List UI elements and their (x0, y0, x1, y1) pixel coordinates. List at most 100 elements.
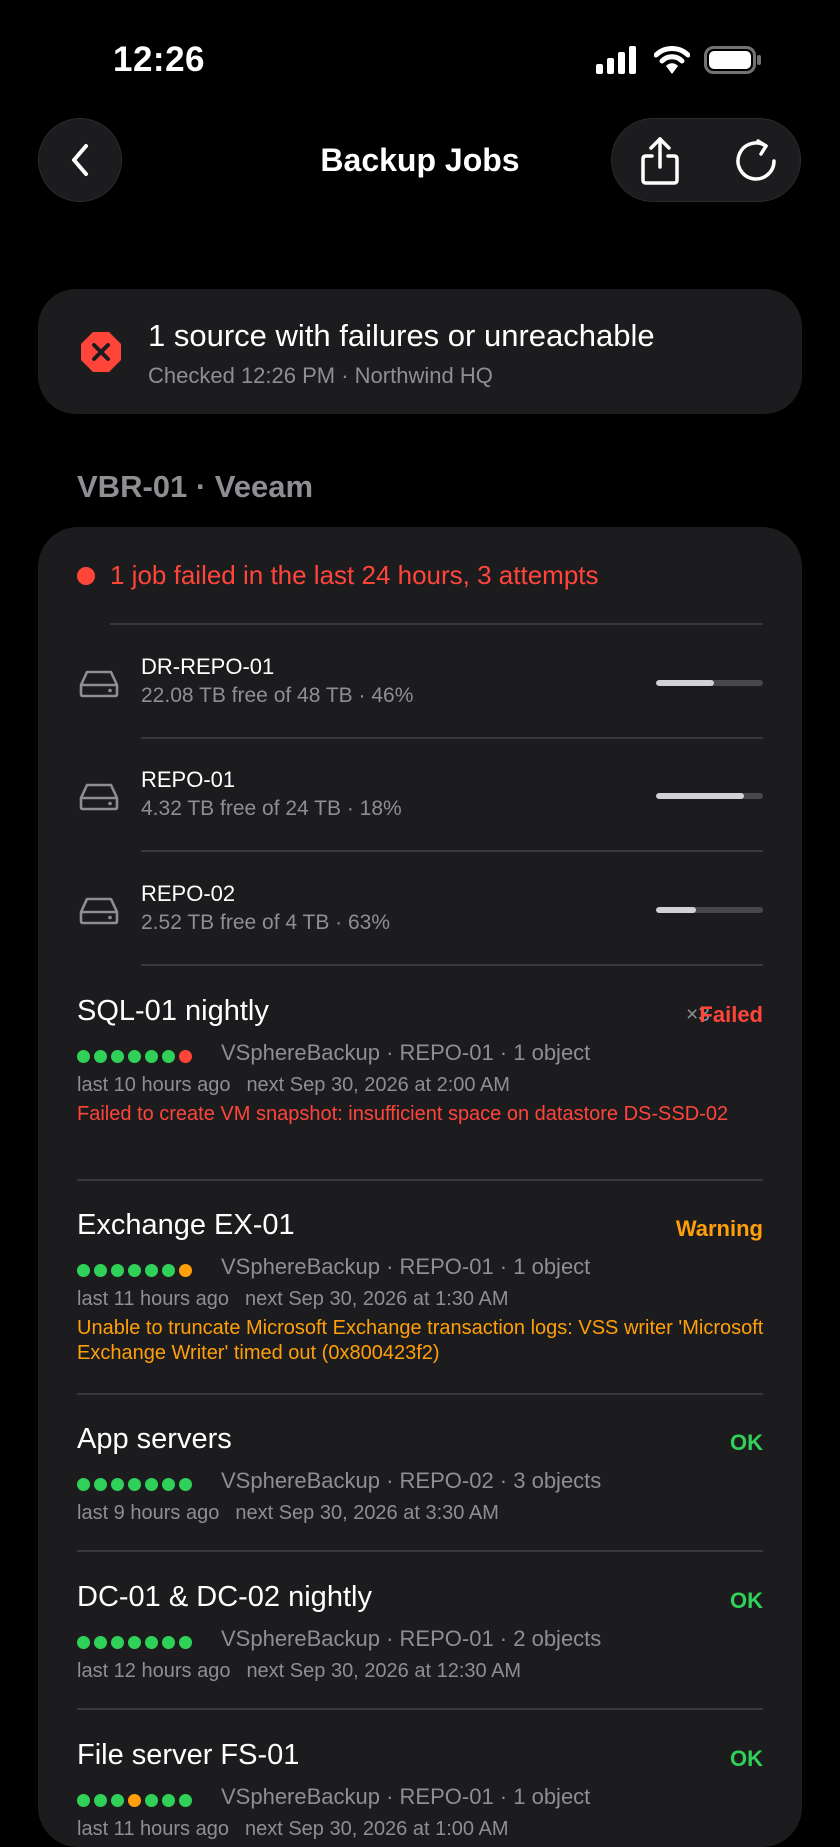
job-status-label: Warning (675, 1216, 763, 1241)
divider (77, 1179, 763, 1181)
job-name: Exchange EX-01 (77, 1209, 295, 1241)
capacity-bar-fill (656, 907, 696, 913)
job-status-label: OK (730, 1430, 763, 1455)
run-history (77, 1050, 192, 1063)
job-schedule: last 9 hours ago next Sep 30, 2026 at 3:3… (77, 1502, 499, 1525)
run-status-dot (145, 1264, 158, 1277)
divider (77, 1708, 763, 1710)
capacity-bar (656, 907, 763, 913)
divider (110, 623, 763, 625)
capacity-bar-fill (656, 680, 714, 686)
job-details: VSphereBackup · REPO-01 · 2 objects (221, 1626, 602, 1651)
run-status-dot (162, 1264, 175, 1277)
job-status-label: Failed (699, 1002, 763, 1027)
last-run: last 9 hours ago (77, 1502, 220, 1524)
cellular-signal-icon (596, 46, 636, 74)
refresh-icon[interactable] (732, 137, 780, 185)
run-status-dot (179, 1794, 192, 1807)
last-run: last 11 hours ago (77, 1818, 229, 1840)
divider (77, 1550, 763, 1552)
capacity-bar (656, 793, 763, 799)
next-run: next Sep 30, 2026 at 1:00 AM (244, 1818, 509, 1840)
job-status-label: OK (730, 1588, 763, 1613)
run-status-dot (94, 1478, 107, 1491)
run-history (77, 1636, 192, 1649)
run-status-dot (145, 1478, 158, 1491)
job-name: File server FS-01 (77, 1739, 300, 1771)
alert-banner[interactable]: 1 source with failures or unreachable Ch… (38, 289, 802, 414)
job-status-label: OK (730, 1746, 763, 1771)
repository-capacity: 22.08 TB free of 48 TB · 46% (141, 684, 414, 707)
run-status-dot (162, 1794, 175, 1807)
run-status-dot (128, 1478, 141, 1491)
repository-name: DR-REPO-01 (141, 654, 275, 679)
section-title: VBR-01 · Veeam (77, 469, 314, 504)
run-status-dot (111, 1264, 124, 1277)
run-status-dot (94, 1636, 107, 1649)
error-octagon-icon (81, 332, 121, 372)
repository-name: REPO-01 (141, 767, 236, 792)
run-status-dot (77, 1478, 90, 1491)
battery-icon (704, 46, 761, 74)
run-status-dot (128, 1050, 141, 1063)
next-run: next Sep 30, 2026 at 12:30 AM (246, 1660, 522, 1682)
drive-icon (79, 670, 119, 698)
run-status-dot (111, 1050, 124, 1063)
run-status-dot (179, 1050, 192, 1063)
capacity-bar-fill (656, 793, 744, 799)
job-error-message: Unable to truncate Microsoft Exchange tr… (77, 1317, 764, 1364)
banner-title: 1 source with failures or unreachable (148, 318, 655, 353)
failure-summary: 1 job failed in the last 24 hours, 3 att… (110, 560, 599, 590)
run-status-dot (162, 1478, 175, 1491)
run-status-dot (128, 1794, 141, 1807)
job-details: VSphereBackup · REPO-02 · 3 objects (221, 1468, 602, 1493)
run-status-dot (179, 1478, 192, 1491)
job-schedule: last 10 hours ago next Sep 30, 2026 at 2:… (77, 1074, 510, 1097)
job-error-message: Failed to create VM snapshot: insufficie… (77, 1103, 729, 1125)
job-schedule: last 11 hours ago next Sep 30, 2026 at 1:… (77, 1288, 508, 1311)
last-run: last 10 hours ago (77, 1074, 231, 1096)
nav-actions (611, 118, 801, 202)
run-status-dot (179, 1636, 192, 1649)
next-run: next Sep 30, 2026 at 1:30 AM (244, 1288, 509, 1310)
divider (141, 737, 763, 739)
job-details: VSphereBackup · REPO-01 · 1 object (221, 1784, 591, 1809)
repository-name: REPO-02 (141, 881, 236, 906)
run-status-dot (77, 1794, 90, 1807)
drive-icon (79, 783, 119, 811)
run-status-dot (145, 1050, 158, 1063)
run-status-dot (94, 1794, 107, 1807)
run-status-dot (77, 1636, 90, 1649)
banner-subtitle: Checked 12:26 PM · Northwind HQ (148, 363, 493, 388)
run-status-dot (111, 1636, 124, 1649)
job-schedule: last 12 hours ago next Sep 30, 2026 at 12… (77, 1660, 521, 1683)
failure-indicator (77, 567, 95, 585)
run-status-dot (179, 1264, 192, 1277)
next-run: next Sep 30, 2026 at 2:00 AM (246, 1074, 510, 1096)
run-status-dot (145, 1794, 158, 1807)
run-history (77, 1794, 192, 1807)
divider (141, 964, 763, 966)
run-status-dot (94, 1264, 107, 1277)
job-name: SQL-01 nightly (77, 995, 269, 1027)
share-icon[interactable] (634, 135, 686, 187)
divider (77, 1393, 763, 1395)
status-time: 12:26 (113, 40, 206, 79)
capacity-bar (656, 680, 763, 686)
drive-icon (79, 897, 119, 925)
job-details: VSphereBackup · REPO-01 · 1 object (221, 1040, 591, 1065)
divider (141, 850, 763, 852)
next-run: next Sep 30, 2026 at 3:30 AM (235, 1502, 499, 1524)
wifi-icon (654, 46, 690, 74)
job-details: VSphereBackup · REPO-01 · 1 object (221, 1254, 591, 1279)
run-status-dot (111, 1794, 124, 1807)
run-status-dot (111, 1478, 124, 1491)
job-name: App servers (77, 1423, 232, 1455)
run-status-dot (77, 1264, 90, 1277)
repository-capacity: 2.52 TB free of 4 TB · 63% (141, 911, 391, 934)
run-status-dot (94, 1050, 107, 1063)
run-status-dot (77, 1050, 90, 1063)
job-schedule: last 11 hours ago next Sep 30, 2026 at 1:… (77, 1818, 508, 1841)
run-history (77, 1264, 192, 1277)
job-name: DC-01 & DC-02 nightly (77, 1581, 372, 1613)
